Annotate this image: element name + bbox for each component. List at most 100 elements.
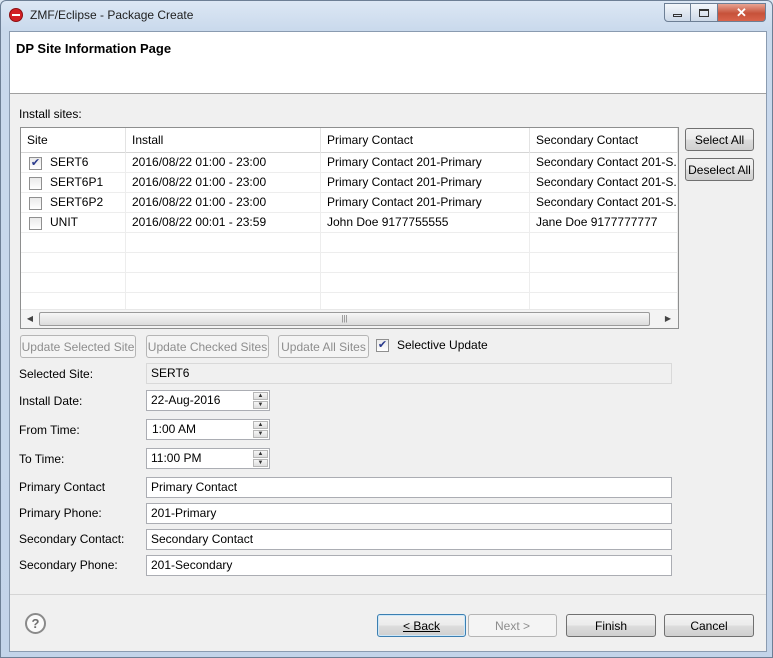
scroll-right-icon[interactable]: ▶ [662,313,674,325]
table-row[interactable]: SERT6P2 2016/08/22 01:00 - 23:00 Primary C… [21,193,678,213]
minimize-button[interactable] [664,3,691,22]
cell-primary: Primary Contact 201-Primary [321,193,530,213]
cell-empty [21,233,126,253]
update-all-sites-button[interactable]: Update All Sites [278,335,369,358]
secondary-contact-field[interactable]: Secondary Contact [146,529,672,550]
cell-empty [126,253,321,273]
selected-site-label: Selected Site: [19,367,94,381]
site-name: SERT6P1 [50,175,104,189]
table-row[interactable]: SERT6P1 2016/08/22 01:00 - 23:00 Primary C… [21,173,678,193]
cell-install: 2016/08/22 01:00 - 23:00 [126,153,321,173]
help-icon[interactable]: ? [25,613,46,634]
from-time-value: 1:00 AM [152,422,197,436]
spin-up-icon[interactable]: ▲ [253,421,268,429]
scrollbar-thumb[interactable]: ||| [39,312,650,326]
site-name: UNIT [50,215,78,229]
install-date-label: Install Date: [19,394,83,408]
cell-secondary: Jane Doe 9177777777 [530,213,678,233]
cell-install: 2016/08/22 01:00 - 23:00 [126,193,321,213]
update-checked-sites-button[interactable]: Update Checked Sites [146,335,269,358]
cell-empty [126,273,321,293]
column-header-secondary-contact[interactable]: Secondary Contact [530,128,678,153]
column-header-install[interactable]: Install [126,128,321,153]
close-button[interactable]: ✕ [718,3,766,22]
cell-secondary: Secondary Contact 201-S... [530,173,678,193]
install-sites-label: Install sites: [19,107,82,121]
horizontal-scrollbar[interactable]: ◀ ||| ▶ [21,309,678,328]
scroll-left-icon[interactable]: ◀ [24,313,36,325]
back-button[interactable]: < Back [377,614,466,637]
next-button[interactable]: Next > [468,614,557,637]
cell-site: SERT6P1 [21,173,126,193]
from-time-picker[interactable]: 1:00 AM ▲ ▼ [146,419,270,440]
cell-empty [321,253,530,273]
primary-contact-field[interactable]: Primary Contact [146,477,672,498]
cell-empty [321,233,530,253]
primary-contact-label: Primary Contact [19,480,106,494]
site-name: SERT6 [50,155,89,169]
select-all-button[interactable]: Select All [685,128,754,151]
secondary-phone-field[interactable]: 201-Secondary [146,555,672,576]
maximize-button[interactable] [691,3,718,22]
cell-empty [530,233,678,253]
back-button-label: < Back [402,618,441,633]
finish-button[interactable]: Finish [566,614,656,637]
primary-phone-label: Primary Phone: [19,506,102,520]
window-title: ZMF/Eclipse - Package Create [30,8,194,22]
to-time-value: 11:00 PM [151,451,202,465]
table-row-empty [21,233,678,253]
table-row[interactable]: UNIT 2016/08/22 00:01 - 23:59 John Doe 917… [21,213,678,233]
to-time-picker[interactable]: 11:00 PM ▲ ▼ [146,448,270,469]
cell-site: ✔ SERT6 [21,153,126,173]
column-header-site[interactable]: Site [21,128,126,153]
spin-down-icon[interactable]: ▼ [253,459,268,467]
close-icon: ✕ [736,4,747,20]
selected-site-field: SERT6 [146,363,672,384]
cell-secondary: Secondary Contact 201-S... [530,193,678,213]
table-row-empty [21,253,678,273]
install-date-value: 22-Aug-2016 [151,393,221,407]
spin-up-icon[interactable]: ▲ [253,450,268,458]
spin-down-icon[interactable]: ▼ [253,430,268,438]
to-time-label: To Time: [19,452,65,466]
site-name: SERT6P2 [50,195,104,209]
site-checkbox[interactable]: ✔ [29,157,42,170]
spin-down-icon[interactable]: ▼ [253,401,268,409]
table-row[interactable]: ✔ SERT6 2016/08/22 01:00 - 23:00 Primary Co… [21,153,678,173]
table-row-empty [21,273,678,293]
selective-update-checkbox[interactable]: ✔ [376,339,389,352]
cell-empty [530,273,678,293]
dialog-client-area: DP Site Information Page Install sites: … [9,31,767,652]
install-date-picker[interactable]: 22-Aug-2016 ▲ ▼ [146,390,270,411]
dialog-window: ZMF/Eclipse - Package Create ✕ DP Site I… [0,0,773,658]
cell-site: UNIT [21,213,126,233]
secondary-phone-label: Secondary Phone: [19,558,118,572]
cancel-button[interactable]: Cancel [664,614,754,637]
cell-primary: John Doe 9177755555 [321,213,530,233]
install-sites-table: Site Install Primary Contact Secondary C… [20,127,679,329]
cell-empty [321,273,530,293]
cell-empty [530,253,678,273]
selective-update-label: Selective Update [397,338,488,352]
primary-phone-field[interactable]: 201-Primary [146,503,672,524]
cell-primary: Primary Contact 201-Primary [321,173,530,193]
site-checkbox[interactable] [29,177,42,190]
update-selected-site-button[interactable]: Update Selected Site [20,335,136,358]
spin-up-icon[interactable]: ▲ [253,392,268,400]
secondary-contact-label: Secondary Contact: [19,532,125,546]
minimize-icon [673,14,682,17]
site-checkbox[interactable] [29,217,42,230]
cell-empty [21,273,126,293]
finish-button-label: Finish [594,618,627,633]
table-header: Site Install Primary Contact Secondary C… [21,128,678,153]
cell-install: 2016/08/22 01:00 - 23:00 [126,173,321,193]
wizard-header: DP Site Information Page [10,32,766,94]
site-checkbox[interactable] [29,197,42,210]
column-header-primary-contact[interactable]: Primary Contact [321,128,530,153]
cell-site: SERT6P2 [21,193,126,213]
footer-separator [10,594,766,595]
deselect-all-button[interactable]: Deselect All [685,158,754,181]
cell-secondary: Secondary Contact 201-S... [530,153,678,173]
title-bar[interactable]: ZMF/Eclipse - Package Create ✕ [1,1,772,29]
cell-primary: Primary Contact 201-Primary [321,153,530,173]
